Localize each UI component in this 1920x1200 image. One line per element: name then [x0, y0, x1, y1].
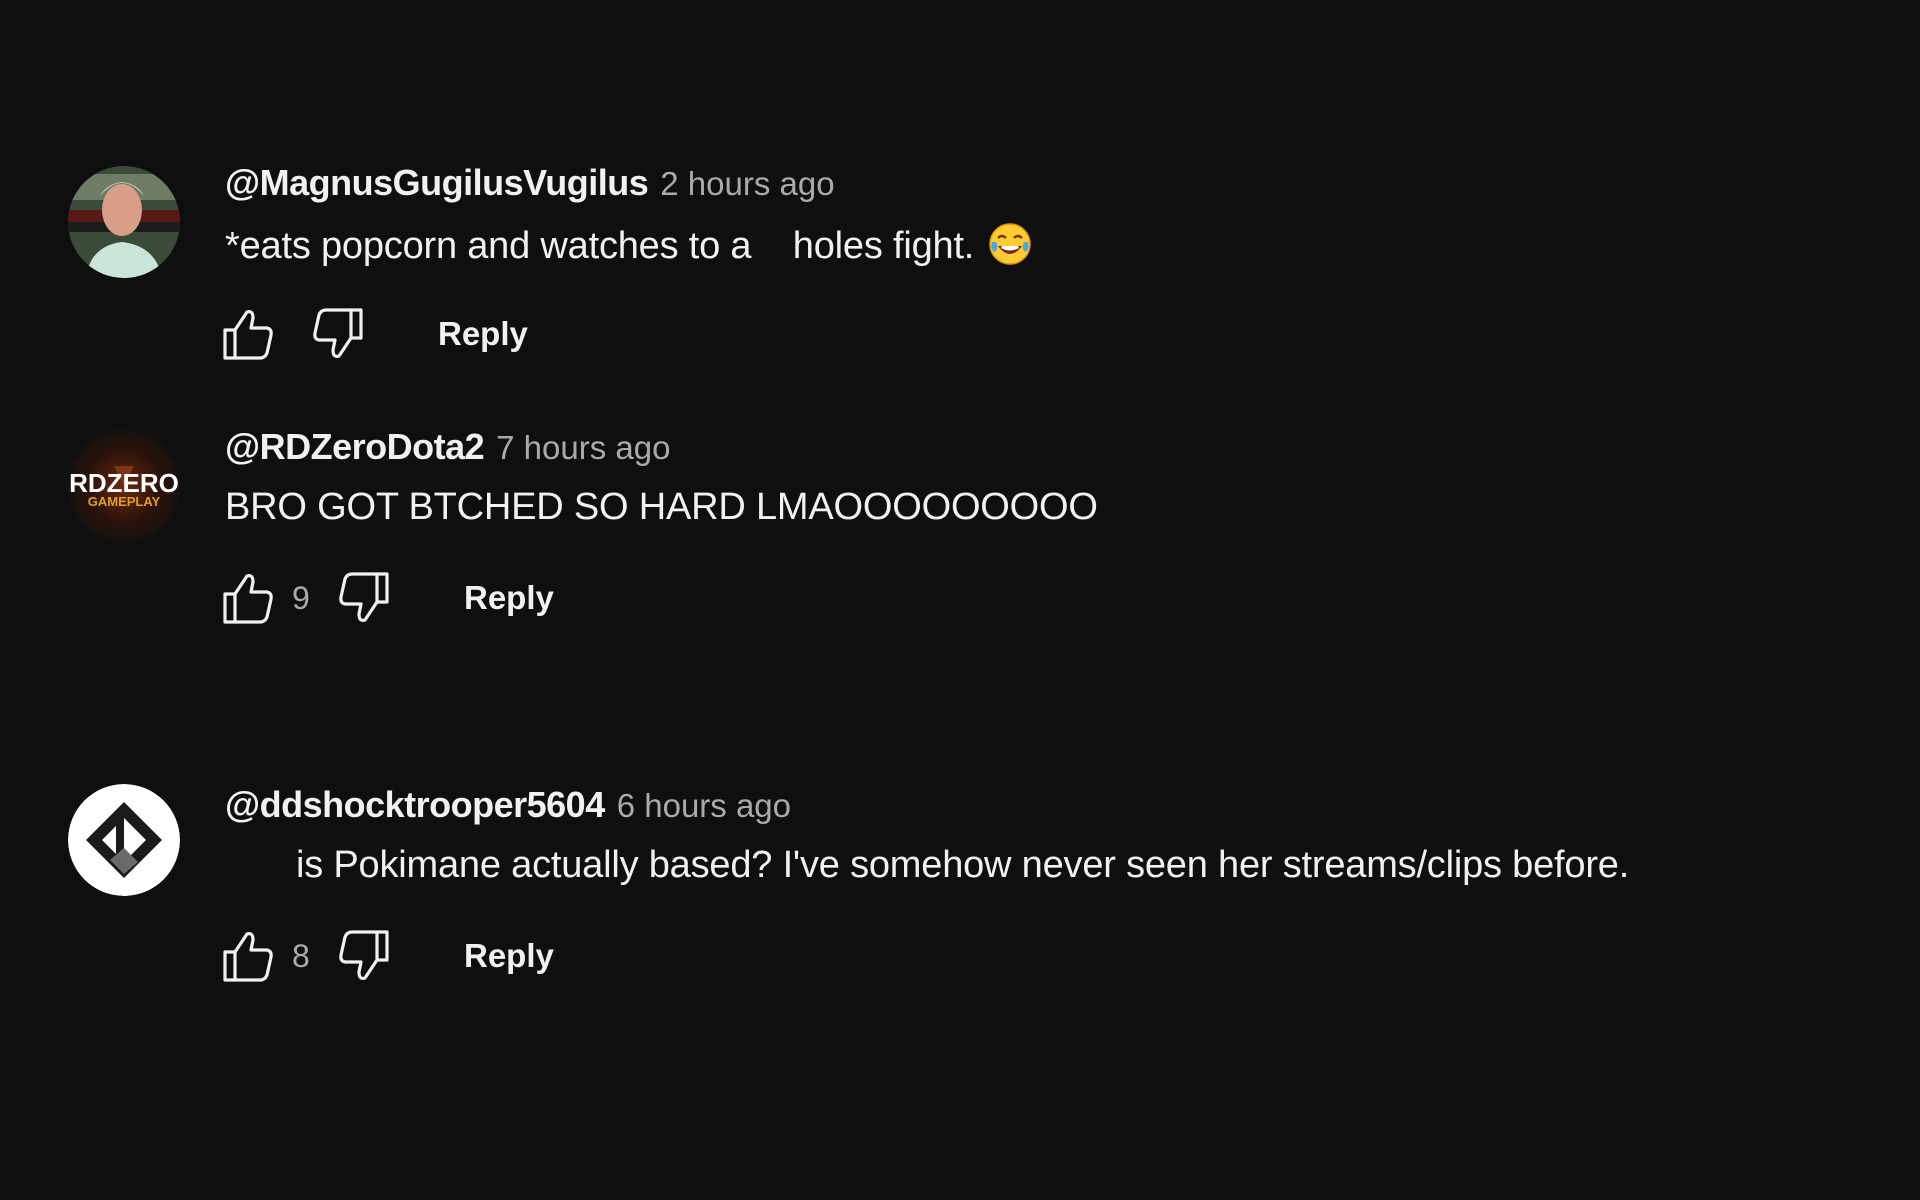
comment-header: @RDZeroDota2 7 hours ago	[225, 426, 670, 470]
comment-timestamp[interactable]: 2 hours ago	[660, 165, 834, 203]
like-button[interactable]	[220, 306, 276, 362]
dislike-button[interactable]	[336, 928, 392, 984]
comment-header: @MagnusGugilusVugilus 2 hours ago	[225, 162, 835, 206]
avatar[interactable]	[68, 784, 180, 896]
comment-author[interactable]: @MagnusGugilusVugilus	[225, 162, 649, 204]
like-count: 9	[292, 579, 310, 616]
comment-author[interactable]: @RDZeroDota2	[225, 426, 485, 468]
avatar-logo-subtext: GAMEPLAY	[88, 494, 161, 509]
dislike-button[interactable]	[310, 306, 366, 362]
comment-author[interactable]: @ddshocktrooper5604	[225, 784, 605, 826]
thumbs-up-icon	[223, 932, 273, 982]
avatar[interactable]: RDZERO GAMEPLAY	[68, 430, 180, 542]
comment-text: is Pokimane actually based? I've somehow…	[296, 844, 1630, 886]
comment-text: *eats popcorn and watches to a holes fig…	[225, 222, 1032, 268]
reply-button[interactable]: Reply	[464, 937, 554, 975]
reply-button[interactable]: Reply	[438, 315, 528, 353]
thumbs-down-icon	[339, 930, 389, 980]
thumbs-up-icon	[223, 310, 273, 360]
comment-timestamp[interactable]: 7 hours ago	[496, 429, 670, 467]
laughing-emoji-icon	[988, 222, 1032, 266]
comment-header: @ddshocktrooper5604 6 hours ago	[225, 784, 791, 828]
comment-actions: 9 Reply	[220, 570, 554, 626]
thumbs-down-icon	[313, 308, 363, 358]
thumbs-down-icon	[339, 572, 389, 622]
comment-actions: Reply	[220, 306, 528, 362]
like-button[interactable]	[220, 928, 276, 984]
dislike-button[interactable]	[336, 570, 392, 626]
reply-button[interactable]: Reply	[464, 579, 554, 617]
like-button[interactable]	[220, 570, 276, 626]
comment-actions: 8 Reply	[220, 928, 554, 984]
like-count: 8	[292, 937, 310, 974]
rdzero-logo-avatar-icon: RDZERO GAMEPLAY	[68, 430, 180, 542]
avatar[interactable]	[68, 166, 180, 278]
user-photo-avatar-icon	[68, 166, 180, 278]
comment-timestamp[interactable]: 6 hours ago	[617, 787, 791, 825]
thumbs-up-icon	[223, 574, 273, 624]
comments-section: @MagnusGugilusVugilus 2 hours ago *eats …	[0, 0, 1920, 1200]
comment-text-body: *eats popcorn and watches to a holes fig…	[225, 225, 975, 267]
diamond-logo-avatar-icon	[68, 784, 180, 896]
comment-text: BRO GOT BTCHED SO HARD LMAOOOOOOOOO	[225, 486, 1098, 528]
